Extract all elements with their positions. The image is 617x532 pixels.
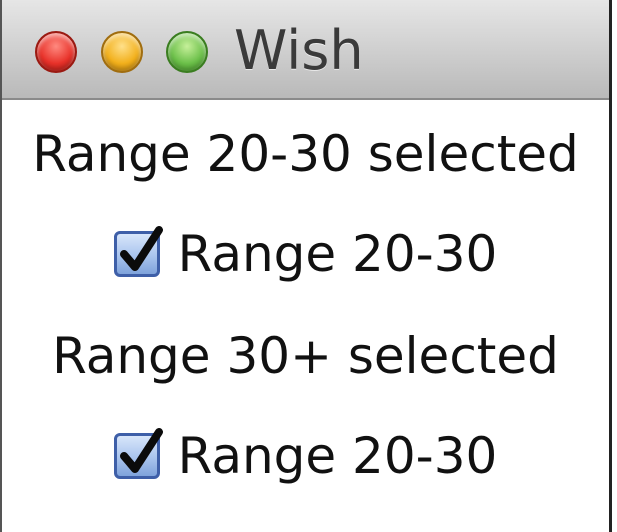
checkbox-2[interactable]: Range 20-30 <box>113 426 498 486</box>
window-title: Wish <box>234 19 364 82</box>
checkbox-1[interactable]: Range 20-30 <box>113 224 498 284</box>
app-window: Wish Range 20-30 selected Range 20-30 Ra… <box>0 0 612 532</box>
checkbox-row-2: Range 20-30 <box>2 426 609 492</box>
window-content: Range 20-30 selected Range 20-30 Range 3… <box>2 100 609 532</box>
check-icon <box>119 428 163 473</box>
checkbox-2-label[interactable]: Range 20-30 <box>178 426 498 486</box>
title-bar[interactable]: Wish <box>2 0 609 100</box>
status-label-1: Range 20-30 selected <box>32 125 579 183</box>
checkbox-1-box[interactable] <box>113 226 163 277</box>
close-button[interactable] <box>35 31 77 73</box>
checkbox-1-label[interactable]: Range 20-30 <box>178 224 498 284</box>
checkbox-2-box[interactable] <box>113 428 163 479</box>
check-icon <box>119 226 163 271</box>
zoom-button[interactable] <box>166 31 208 73</box>
minimize-button[interactable] <box>101 31 143 73</box>
checkbox-row-1: Range 20-30 <box>2 224 609 290</box>
status-label-2: Range 30+ selected <box>52 327 559 385</box>
